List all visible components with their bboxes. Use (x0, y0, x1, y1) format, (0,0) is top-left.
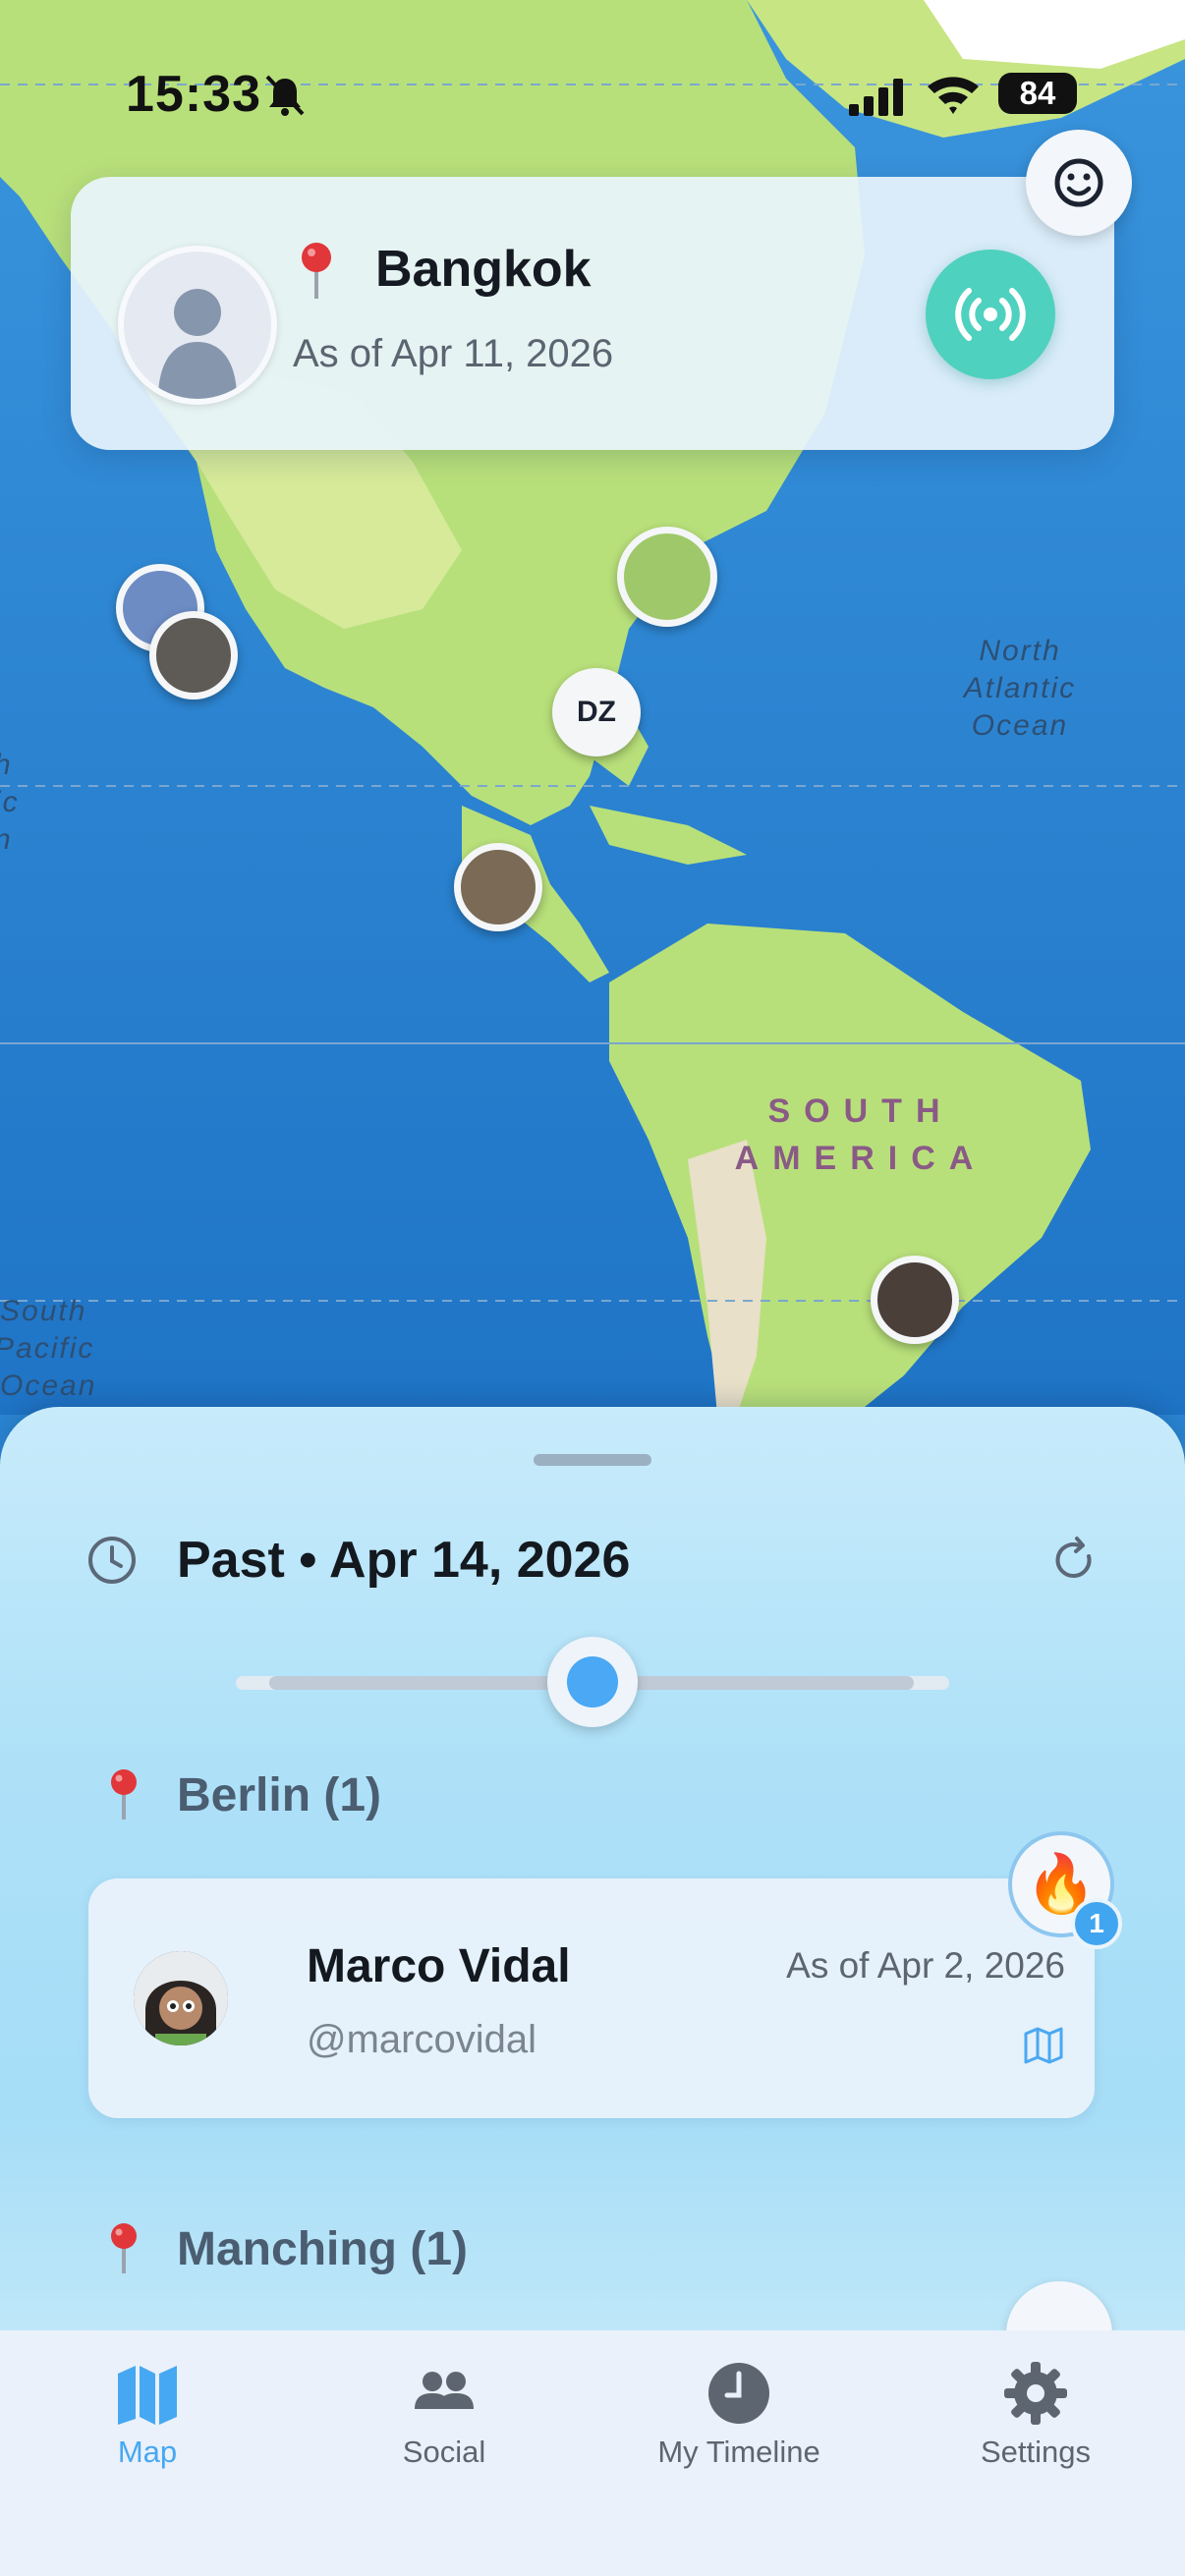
person-placeholder-icon (158, 289, 237, 399)
friend-marker[interactable] (617, 527, 717, 627)
broadcast-icon (955, 288, 1026, 341)
friends-sheet[interactable]: Past • Apr 14, 2026 Berlin (1) Marco Vid… (0, 1407, 1185, 2419)
location-city: Bangkok (375, 241, 592, 298)
friend-card[interactable]: Marco Vidal @marcovidal As of Apr 2, 202… (88, 1878, 1095, 2118)
friend-avatar[interactable] (134, 1951, 228, 2045)
friend-avatar-image (134, 1951, 228, 2045)
tab-label: Map (117, 2435, 178, 2469)
slider-thumb[interactable] (547, 1637, 638, 1727)
friend-handle: @marcovidal (307, 2018, 537, 2061)
status-bar: 15:33 84 (0, 0, 1185, 187)
reaction-count-badge: 1 (1071, 1898, 1122, 1949)
map-pin-icon (111, 2223, 137, 2273)
smiley-icon (1054, 158, 1103, 207)
tab-social[interactable]: Social (316, 2360, 572, 2478)
refresh-icon[interactable] (1049, 1535, 1100, 1586)
tab-settings[interactable]: Settings (908, 2360, 1163, 2478)
south-america-label-1: SOUTH (768, 1092, 954, 1130)
dz-marker[interactable]: DZ (552, 668, 641, 756)
bell-slash-icon (265, 75, 305, 116)
timeline-slider[interactable] (236, 1637, 949, 1727)
tab-label: My Timeline (657, 2435, 820, 2469)
friend-marker[interactable] (871, 1256, 959, 1344)
south-america-label-2: AMERICA (735, 1140, 988, 1177)
map-pin-icon (302, 243, 331, 299)
left-ocean-label-1: h (0, 749, 13, 781)
timeline-period: Past • Apr 14, 2026 (177, 1532, 631, 1589)
clock-icon (88, 1537, 136, 1584)
location-group-header: Manching (1) (108, 2214, 468, 2283)
south-pacific-label-1: South (0, 1295, 86, 1327)
wifi-icon (928, 77, 979, 114)
sheet-drag-handle[interactable] (534, 1454, 651, 1466)
tab-label: Social (402, 2435, 486, 2469)
north-atlantic-label-1: North (979, 635, 1060, 667)
battery-icon: 84 (998, 73, 1077, 114)
tab-label: Settings (980, 2435, 1091, 2469)
location-as-of: As of Apr 11, 2026 (293, 332, 614, 375)
friend-as-of: As of Apr 2, 2026 (786, 1945, 1065, 1986)
tab-map[interactable]: Map (20, 2360, 275, 2478)
people-icon (415, 2372, 474, 2409)
north-atlantic-label-2: Atlantic (962, 672, 1076, 704)
status-time: 15:33 (126, 66, 261, 123)
group-title: Berlin (1) (177, 1768, 382, 1821)
clock-icon (708, 2363, 769, 2424)
gear-icon (1004, 2362, 1067, 2425)
tab-bar: Map Social My Timeline Settings (0, 2330, 1185, 2576)
tab-my-timeline[interactable]: My Timeline (611, 2360, 867, 2478)
south-pacific-label-3: Ocean (0, 1370, 96, 1402)
south-pacific-label-2: Pacific (0, 1332, 94, 1365)
left-ocean-label-2: ic (0, 786, 20, 818)
cellular-signal-icon (849, 79, 903, 116)
map-icon (118, 2366, 177, 2425)
friend-marker[interactable] (454, 843, 542, 931)
emoji-status-button[interactable] (1026, 130, 1132, 236)
profile-avatar[interactable] (118, 246, 277, 405)
dz-marker-label: DZ (577, 696, 616, 728)
friend-marker[interactable] (149, 611, 238, 700)
current-location-card[interactable]: Bangkok As of Apr 11, 2026 (71, 177, 1114, 450)
map-icon[interactable] (1022, 2024, 1065, 2067)
map-pin-icon (111, 1769, 137, 1820)
left-ocean-label-3: n (0, 823, 13, 856)
broadcast-button[interactable] (926, 250, 1055, 379)
north-atlantic-label-3: Ocean (972, 709, 1068, 742)
location-group-header: Berlin (1) (108, 1761, 381, 1829)
friend-name: Marco Vidal (307, 1940, 571, 1992)
group-title: Manching (1) (177, 2222, 468, 2275)
